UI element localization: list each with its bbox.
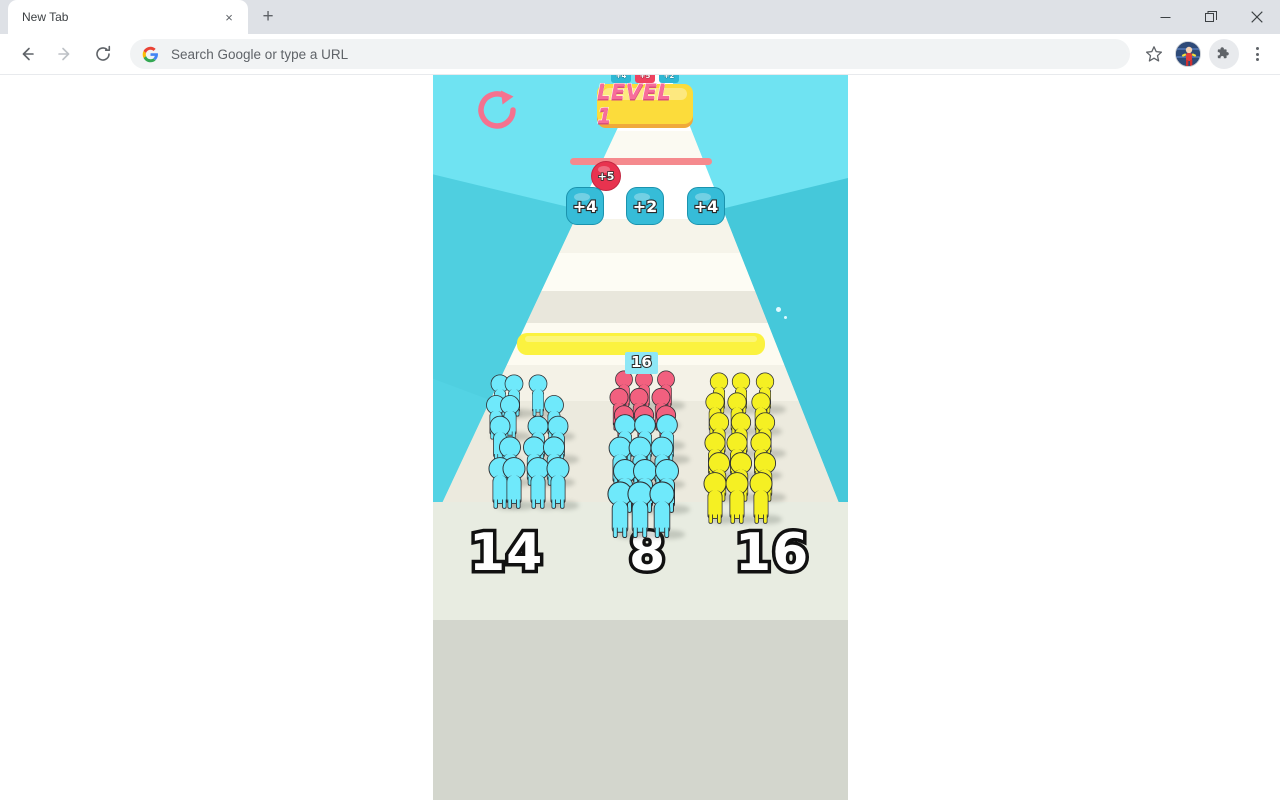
tab-new-tab[interactable]: New Tab ×: [8, 0, 248, 34]
person-leg: [730, 514, 736, 524]
blue-gate-label: +4: [693, 195, 720, 216]
close-icon[interactable]: [1234, 0, 1280, 34]
minimize-icon[interactable]: [1142, 0, 1188, 34]
blue-gate-label: +4: [572, 195, 599, 216]
person-leg: [531, 499, 537, 509]
page-viewport: +4 +5 +2 LEVEL 1 +5 +4 +2 +4 16 14 8 16: [0, 75, 1280, 800]
maximize-icon[interactable]: [1188, 0, 1234, 34]
search-input[interactable]: Search Google or type a URL: [130, 39, 1130, 69]
window-controls: [1142, 0, 1280, 34]
red-barrier-line: [570, 158, 712, 165]
puzzle-piece-icon[interactable]: [1209, 39, 1239, 69]
browser-window: New Tab × + Search Google or type a URL …: [0, 0, 1280, 800]
tab-title: New Tab: [22, 10, 69, 24]
new-tab-button[interactable]: +: [254, 3, 282, 31]
game-canvas[interactable]: +4 +5 +2 LEVEL 1 +5 +4 +2 +4 16 14 8 16: [433, 75, 848, 800]
lane-total-right: 16: [731, 520, 811, 587]
crowd-person: [747, 472, 776, 524]
crowd-person: [544, 457, 573, 509]
reload-icon[interactable]: [87, 38, 119, 70]
red-gate-label: +5: [597, 169, 615, 184]
crowd-person: [646, 481, 678, 539]
blue-gate-3[interactable]: +4: [687, 187, 725, 225]
level-banner: LEVEL 1: [597, 80, 693, 129]
three-dot-menu-icon[interactable]: [1242, 39, 1272, 69]
omnibox-text: Search Google or type a URL: [171, 46, 349, 62]
person-leg: [612, 527, 618, 539]
person-leg: [708, 514, 714, 524]
close-icon[interactable]: ×: [220, 8, 238, 26]
blue-gate-2[interactable]: +2: [626, 187, 664, 225]
profile-avatar[interactable]: [1175, 41, 1201, 67]
person-leg: [738, 514, 744, 524]
person-leg: [632, 527, 638, 539]
game-ground-lower: [433, 620, 848, 800]
star-icon[interactable]: [1138, 38, 1170, 70]
player-count-label: 16: [630, 352, 653, 372]
browser-toolbar: Search Google or type a URL: [0, 34, 1280, 75]
person-leg: [716, 514, 722, 524]
person-leg: [664, 527, 670, 539]
person-leg: [559, 499, 565, 509]
forward-arrow-icon[interactable]: [49, 38, 81, 70]
restart-circular-arrow-icon[interactable]: [471, 83, 525, 137]
blue-gate-label: +2: [632, 195, 659, 216]
person-leg: [493, 499, 499, 509]
person-leg: [551, 499, 557, 509]
lane-total-left: 14: [465, 520, 545, 587]
tab-strip: New Tab × +: [0, 0, 1280, 34]
person-leg: [754, 514, 760, 524]
person-leg: [762, 514, 768, 524]
person-leg: [507, 499, 513, 509]
person-leg: [515, 499, 521, 509]
back-arrow-icon[interactable]: [11, 38, 43, 70]
blue-gate-1[interactable]: +4: [566, 187, 604, 225]
person-leg: [654, 527, 660, 539]
level-label: LEVEL 1: [597, 80, 672, 129]
google-g-icon: [142, 46, 158, 62]
sparkle-dot: [776, 307, 781, 312]
player-count-badge: 16: [625, 352, 658, 374]
sparkle-dot: [784, 316, 787, 319]
